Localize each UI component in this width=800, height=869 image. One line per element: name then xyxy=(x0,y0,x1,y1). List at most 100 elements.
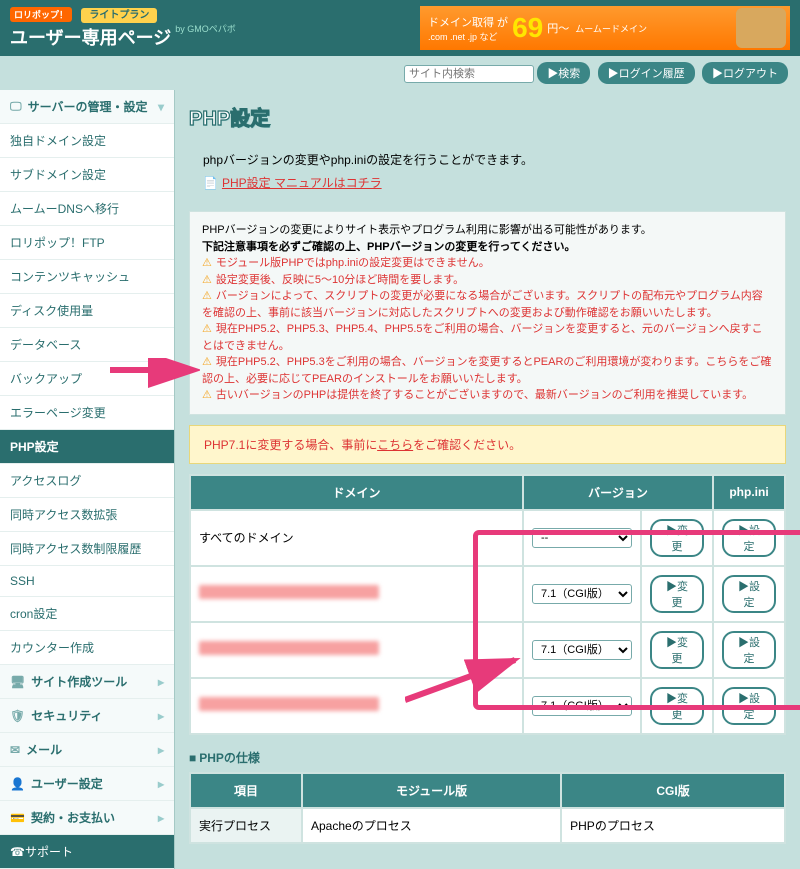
sidebar-group-site[interactable]: 🖥サイト作成ツール▸ xyxy=(0,665,174,699)
th-item: 項目 xyxy=(191,774,301,807)
plan-badge: ライトプラン xyxy=(81,8,157,23)
toolbar: ▶検索 ▶ログイン履歴 ▶ログアウト xyxy=(0,56,800,90)
sidebar-item-php[interactable]: PHP設定 xyxy=(0,430,174,464)
notice-lead2: 下記注意事項を必ずご確認の上、PHPバージョンの変更を行ってください。 xyxy=(202,239,773,256)
phpini-set-button[interactable]: ▶設 定 xyxy=(722,575,776,613)
page-brand-title: ユーザー専用ページ xyxy=(10,24,171,50)
sidebar-item-cron[interactable]: cron設定 xyxy=(0,597,174,631)
chevron-right-icon: ▸ xyxy=(158,811,164,825)
logo-badge: ロリポップ！ xyxy=(10,7,72,22)
shield-icon: 🛡 xyxy=(10,709,25,723)
server-icon: 🖵 xyxy=(10,99,22,114)
table-row: 7.1（CGI版） ▶変 更 ▶設 定 xyxy=(191,679,784,733)
header: ロリポップ！ ライトプラン ユーザー専用ページ by GMOペパボ ドメイン取得… xyxy=(0,0,800,56)
sidebar-group-mail[interactable]: ✉メール▸ xyxy=(0,733,174,767)
chevron-right-icon: ▸ xyxy=(158,709,164,723)
redacted-domain xyxy=(199,697,379,711)
warning-item: モジュール版PHPではphp.iniの設定変更はできません。 xyxy=(202,255,773,272)
search-button[interactable]: ▶検索 xyxy=(537,62,590,84)
ad-price: 69 xyxy=(512,12,543,44)
document-icon: 📄 xyxy=(203,176,218,190)
sidebar-item-domain[interactable]: 独自ドメイン設定 xyxy=(0,124,174,158)
alert-link[interactable]: こちら xyxy=(377,438,413,452)
spec-title: PHPの仕様 xyxy=(189,749,786,766)
chevron-right-icon: ▸ xyxy=(158,675,164,689)
login-history-button[interactable]: ▶ログイン履歴 xyxy=(598,62,695,84)
table-row: すべてのドメイン -- ▶変 更 ▶設 定 xyxy=(191,511,784,565)
byline: by GMOペパボ xyxy=(175,22,236,35)
user-icon: 👤 xyxy=(10,777,25,791)
sidebar-item-counter[interactable]: カウンター作成 xyxy=(0,631,174,665)
sidebar-item-backup[interactable]: バックアップ xyxy=(0,362,174,396)
sidebar-group-server[interactable]: 🖵サーバーの管理・設定▾ xyxy=(0,90,174,124)
monitor-icon: 🖥 xyxy=(10,675,25,689)
ad-brand: ムームードメイン xyxy=(575,22,647,35)
change-button[interactable]: ▶変 更 xyxy=(650,575,704,613)
sidebar-item-ftp[interactable]: ロリポップ！FTP xyxy=(0,226,174,260)
version-select[interactable]: 7.1（CGI版） xyxy=(532,640,632,660)
sidebar-item-support[interactable]: ☎サポート xyxy=(0,835,174,869)
ad-line1: ドメイン取得 が xyxy=(428,14,508,30)
warning-item: 現在PHP5.2、PHP5.3をご利用の場合、バージョンを変更するとPEARのご… xyxy=(202,354,773,387)
change-button[interactable]: ▶変 更 xyxy=(650,687,704,725)
th-domain: ドメイン xyxy=(191,476,522,509)
change-button[interactable]: ▶変 更 xyxy=(650,631,704,669)
warning-item: 現在PHP5.2、PHP5.3、PHP5.4、PHP5.5をご利用の場合、バージ… xyxy=(202,321,773,354)
chevron-right-icon: ▸ xyxy=(158,743,164,757)
th-phpini: php.ini xyxy=(714,476,784,509)
sidebar-item-errorpage[interactable]: エラーページ変更 xyxy=(0,396,174,430)
logout-button[interactable]: ▶ログアウト xyxy=(702,62,788,84)
main-content: PHP設定 phpバージョンの変更やphp.iniの設定を行うことができます。 … xyxy=(175,90,800,869)
sidebar-item-subdomain[interactable]: サブドメイン設定 xyxy=(0,158,174,192)
warning-item: 設定変更後、反映に5〜10分ほど時間を要します。 xyxy=(202,272,773,289)
sidebar-group-user[interactable]: 👤ユーザー設定▸ xyxy=(0,767,174,801)
php71-alert: PHP7.1に変更する場合、事前にこちらをご確認ください。 xyxy=(189,425,786,464)
notice-box: PHPバージョンの変更によりサイト表示やプログラム利用に影響が出る可能性がありま… xyxy=(189,211,786,415)
sidebar-item-cache[interactable]: コンテンツキャッシュ xyxy=(0,260,174,294)
spec-row-cgi: PHPのプロセス xyxy=(562,809,784,842)
th-module: モジュール版 xyxy=(303,774,560,807)
version-select[interactable]: -- xyxy=(532,528,632,548)
spec-row-name: 実行プロセス xyxy=(191,809,301,842)
sidebar-item-database[interactable]: データベース xyxy=(0,328,174,362)
intro-text: phpバージョンの変更やphp.iniの設定を行うことができます。 xyxy=(203,151,772,168)
manual-link[interactable]: PHP設定 マニュアルはコチラ xyxy=(222,176,382,190)
ad-unit: 円〜 xyxy=(547,20,569,36)
card-icon: 💳 xyxy=(10,811,25,825)
domain-all: すべてのドメイン xyxy=(191,511,522,565)
redacted-domain xyxy=(199,585,379,599)
change-button[interactable]: ▶変 更 xyxy=(650,519,704,557)
version-select[interactable]: 7.1（CGI版） xyxy=(532,696,632,716)
sidebar-item-muumuu[interactable]: ムームーDNSへ移行 xyxy=(0,192,174,226)
sidebar-item-concurrent-history[interactable]: 同時アクセス数制限履歴 xyxy=(0,532,174,566)
notice-lead1: PHPバージョンの変更によりサイト表示やプログラム利用に影響が出る可能性がありま… xyxy=(202,222,773,239)
sidebar: 🖵サーバーの管理・設定▾ 独自ドメイン設定 サブドメイン設定 ムームーDNSへ移… xyxy=(0,90,175,869)
spec-row-module: Apacheのプロセス xyxy=(303,809,560,842)
chevron-down-icon: ▾ xyxy=(158,100,164,114)
phpini-set-button[interactable]: ▶設 定 xyxy=(722,519,776,557)
table-row: 7.1（CGI版） ▶変 更 ▶設 定 xyxy=(191,623,784,677)
phpini-set-button[interactable]: ▶設 定 xyxy=(722,687,776,725)
ad-line2: .com .net .jp など xyxy=(428,30,508,43)
ad-banner[interactable]: ドメイン取得 が .com .net .jp など 69 円〜 ムームードメイン xyxy=(420,6,790,50)
warning-item: バージョンによって、スクリプトの変更が必要になる場合がございます。スクリプトの配… xyxy=(202,288,773,321)
redacted-domain xyxy=(199,641,379,655)
spec-table: 項目 モジュール版 CGI版 実行プロセス Apacheのプロセス PHPのプロ… xyxy=(189,772,786,844)
sidebar-item-concurrent[interactable]: 同時アクセス数拡張 xyxy=(0,498,174,532)
sidebar-item-accesslog[interactable]: アクセスログ xyxy=(0,464,174,498)
search-input[interactable] xyxy=(404,65,534,83)
chevron-right-icon: ▸ xyxy=(158,777,164,791)
sidebar-group-contract[interactable]: 💳契約・お支払い▸ xyxy=(0,801,174,835)
warning-item: 古いバージョンのPHPは提供を終了することがございますので、最新バージョンのご利… xyxy=(202,387,773,404)
sidebar-group-security[interactable]: 🛡セキュリティ▸ xyxy=(0,699,174,733)
phpini-set-button[interactable]: ▶設 定 xyxy=(722,631,776,669)
dog-image xyxy=(736,8,786,48)
sidebar-item-disk[interactable]: ディスク使用量 xyxy=(0,294,174,328)
table-row: 実行プロセス Apacheのプロセス PHPのプロセス xyxy=(191,809,784,842)
sidebar-item-ssh[interactable]: SSH xyxy=(0,566,174,597)
domain-table: ドメイン バージョン php.ini すべてのドメイン -- ▶変 更 ▶設 定… xyxy=(189,474,786,735)
version-select[interactable]: 7.1（CGI版） xyxy=(532,584,632,604)
mail-icon: ✉ xyxy=(10,743,20,757)
page-title: PHP設定 xyxy=(189,102,786,131)
table-row: 7.1（CGI版） ▶変 更 ▶設 定 xyxy=(191,567,784,621)
